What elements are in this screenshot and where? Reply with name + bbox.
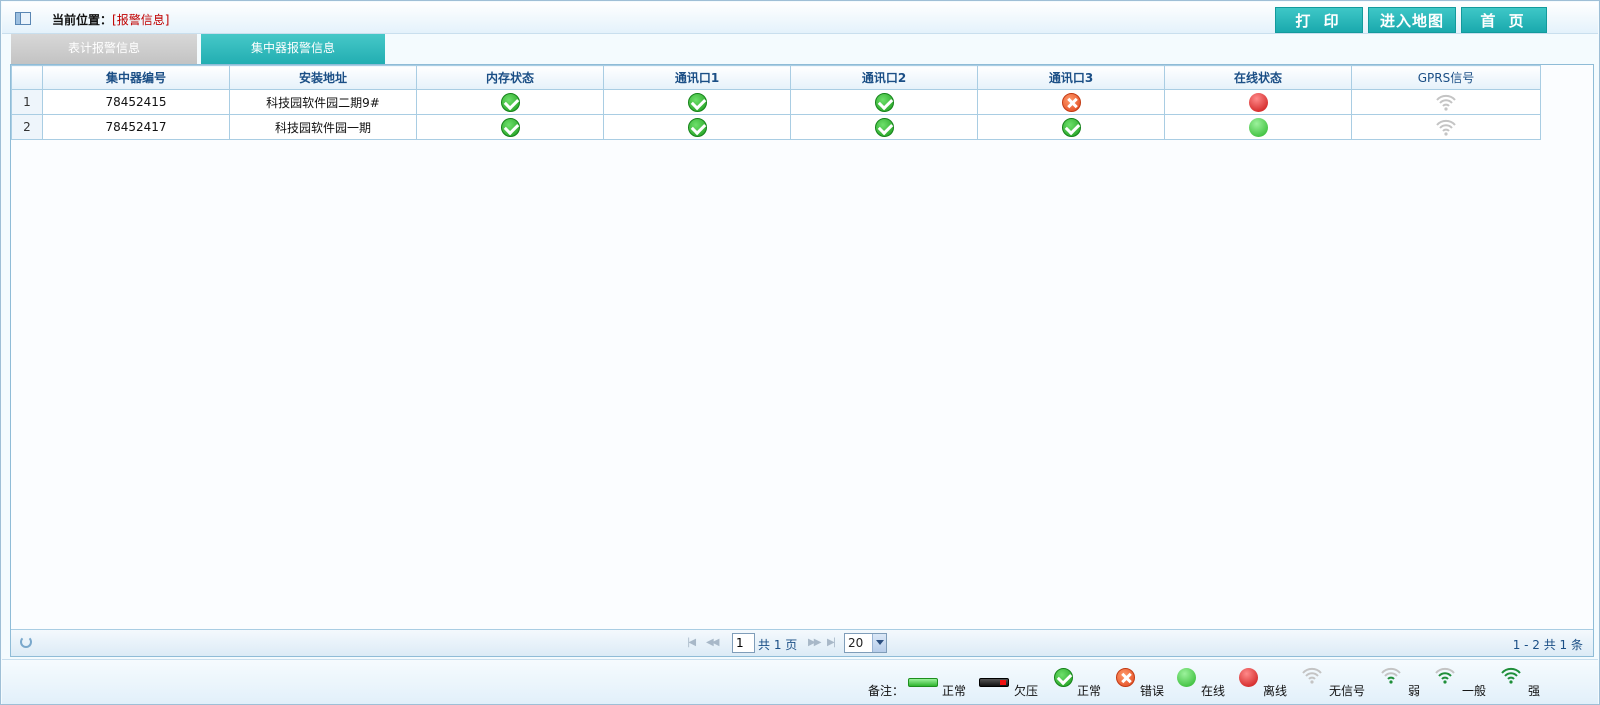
online-dot-icon	[1248, 117, 1268, 137]
error-x-icon	[1116, 668, 1135, 687]
first-page-icon[interactable]: |◀	[687, 637, 696, 648]
column-header[interactable]: 通讯口2	[790, 65, 978, 90]
chevron-down-icon[interactable]	[872, 634, 886, 652]
record-range-label: 1 - 2 共 1 条	[1512, 638, 1583, 652]
online-status-cell	[1164, 89, 1352, 115]
next-page-icon[interactable]: ▶▶	[808, 637, 821, 648]
offline-dot-icon	[1239, 668, 1258, 687]
memory-status-cell	[416, 114, 604, 140]
column-header[interactable]: 内存状态	[416, 65, 604, 90]
total-pages-label: 共 1 页	[758, 638, 798, 652]
column-header[interactable]: 通讯口3	[977, 65, 1165, 90]
battery-low-icon	[979, 678, 1009, 687]
tab-meter-alarm[interactable]: 表计报警信息	[11, 34, 197, 65]
row-number: 2	[11, 114, 43, 140]
column-header[interactable]: GPRS信号	[1351, 65, 1541, 90]
legend-text: 无信号	[1329, 684, 1366, 698]
weak-signal-wifi-icon	[1381, 667, 1401, 684]
refresh-icon[interactable]	[20, 636, 32, 648]
page-size-select[interactable]: 20	[844, 633, 887, 653]
ok-check-icon	[687, 92, 707, 112]
legend-text: 欠压	[1014, 684, 1039, 698]
column-header[interactable]: 集中器编号	[42, 65, 230, 90]
breadcrumb-current: [报警信息]	[112, 13, 170, 27]
enter-map-button[interactable]: 进入地图	[1368, 7, 1456, 33]
legend-text: 一般	[1462, 684, 1487, 698]
home-button[interactable]: 首 页	[1461, 7, 1547, 33]
legend-text: 离线	[1263, 684, 1288, 698]
ok-check-icon	[687, 117, 707, 137]
address-cell: 科技园软件园二期9#	[229, 89, 417, 115]
page-number-input[interactable]	[732, 633, 755, 653]
app-window: 当前位置：[报警信息] 打 印 进入地图 首 页 表计报警信息 集中器报警信息 …	[0, 0, 1600, 705]
layout-icon	[15, 12, 31, 25]
legend-text: 弱	[1408, 684, 1421, 698]
strong-signal-wifi-icon	[1501, 667, 1521, 684]
prev-page-icon[interactable]: ◀◀	[706, 637, 719, 648]
top-bar: 当前位置：[报警信息] 打 印 进入地图 首 页	[2, 2, 1598, 34]
address-cell: 科技园软件园一期	[229, 114, 417, 140]
row-number: 1	[11, 89, 43, 115]
ok-check-icon	[500, 117, 520, 137]
ok-check-icon	[874, 92, 894, 112]
legend-label: 备注：	[868, 684, 905, 698]
port2-status-cell	[790, 89, 978, 115]
concentrator-id-cell: 78452415	[42, 89, 230, 115]
port1-status-cell	[603, 89, 791, 115]
error-x-icon	[1061, 92, 1081, 112]
legend-text: 正常	[1077, 684, 1102, 698]
memory-status-cell	[416, 89, 604, 115]
tab-concentrator-alarm[interactable]: 集中器报警信息	[201, 34, 385, 65]
medium-signal-wifi-icon	[1435, 667, 1455, 684]
ok-check-icon	[1061, 117, 1081, 137]
column-header[interactable]: 安装地址	[229, 65, 417, 90]
breadcrumb-label: 当前位置：	[52, 13, 113, 27]
battery-normal-icon	[908, 678, 938, 687]
tab-bar: 表计报警信息 集中器报警信息	[9, 34, 1594, 65]
no-signal-wifi-icon	[1436, 119, 1456, 136]
no-signal-wifi-icon	[1436, 94, 1456, 111]
table-row[interactable]: 2 78452417 科技园软件园一期	[11, 114, 1541, 140]
ok-check-icon	[500, 92, 520, 112]
ok-check-icon	[874, 117, 894, 137]
legend-text: 错误	[1140, 684, 1165, 698]
gprs-signal-cell	[1351, 114, 1541, 140]
ok-check-icon	[1054, 668, 1073, 687]
legend-text: 在线	[1201, 684, 1226, 698]
online-dot-icon	[1177, 668, 1196, 687]
port1-status-cell	[603, 114, 791, 140]
legend-footer: 备注： 正常 欠压 正常 错误 在线 离线 无信号 弱 一般 强	[2, 659, 1598, 704]
port3-status-cell	[977, 89, 1165, 115]
page-size-value: 20	[848, 636, 864, 650]
concentrator-id-cell: 78452417	[42, 114, 230, 140]
alarm-table: 集中器编号 安装地址 内存状态 通讯口1 通讯口2 通讯口3 在线状态 GPRS…	[11, 65, 1541, 140]
no-signal-wifi-icon	[1302, 667, 1322, 684]
print-button[interactable]: 打 印	[1275, 7, 1363, 33]
alarm-grid: 集中器编号 安装地址 内存状态 通讯口1 通讯口2 通讯口3 在线状态 GPRS…	[10, 64, 1594, 657]
offline-dot-icon	[1248, 92, 1268, 112]
table-row[interactable]: 1 78452415 科技园软件园二期9#	[11, 89, 1541, 115]
breadcrumb: 当前位置：[报警信息]	[52, 11, 169, 28]
table-header-row: 集中器编号 安装地址 内存状态 通讯口1 通讯口2 通讯口3 在线状态 GPRS…	[11, 65, 1541, 90]
legend-text: 正常	[942, 684, 967, 698]
column-header[interactable]: 在线状态	[1164, 65, 1352, 90]
pagination-bar: |◀ ◀◀ 共 1 页 ▶▶ ▶| 20 1 - 2 共 1 条	[11, 629, 1593, 656]
gprs-signal-cell	[1351, 89, 1541, 115]
last-page-icon[interactable]: ▶|	[827, 637, 836, 648]
port2-status-cell	[790, 114, 978, 140]
online-status-cell	[1164, 114, 1352, 140]
port3-status-cell	[977, 114, 1165, 140]
column-header[interactable]: 通讯口1	[603, 65, 791, 90]
legend-text: 强	[1528, 684, 1541, 698]
row-number-header	[11, 65, 43, 90]
